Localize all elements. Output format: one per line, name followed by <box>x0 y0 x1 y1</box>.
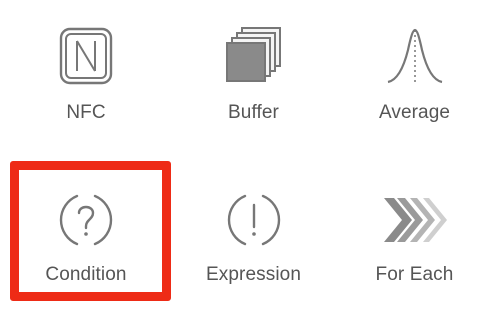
tile-average[interactable]: Average <box>335 0 494 160</box>
chevrons-right-icon <box>335 188 494 252</box>
tile-condition[interactable]: Condition <box>0 160 172 309</box>
exclamation-circle-icon <box>172 188 335 252</box>
tile-label: Buffer <box>228 102 279 123</box>
question-circle-icon <box>0 188 172 252</box>
bell-curve-icon <box>335 24 494 88</box>
nfc-icon <box>0 24 172 88</box>
tile-nfc[interactable]: NFC <box>0 0 172 160</box>
tile-for-each[interactable]: For Each <box>335 160 494 309</box>
tile-label: Condition <box>45 264 127 285</box>
buffer-icon <box>172 24 335 88</box>
tile-label: NFC <box>66 102 106 123</box>
tile-label: Expression <box>206 264 301 285</box>
tile-label: For Each <box>375 264 454 285</box>
tile-label: Average <box>378 102 451 123</box>
tile-expression[interactable]: Expression <box>172 160 335 309</box>
node-palette-grid: NFC Buffer Average Condition Expression … <box>0 0 494 309</box>
tile-buffer[interactable]: Buffer <box>172 0 335 160</box>
